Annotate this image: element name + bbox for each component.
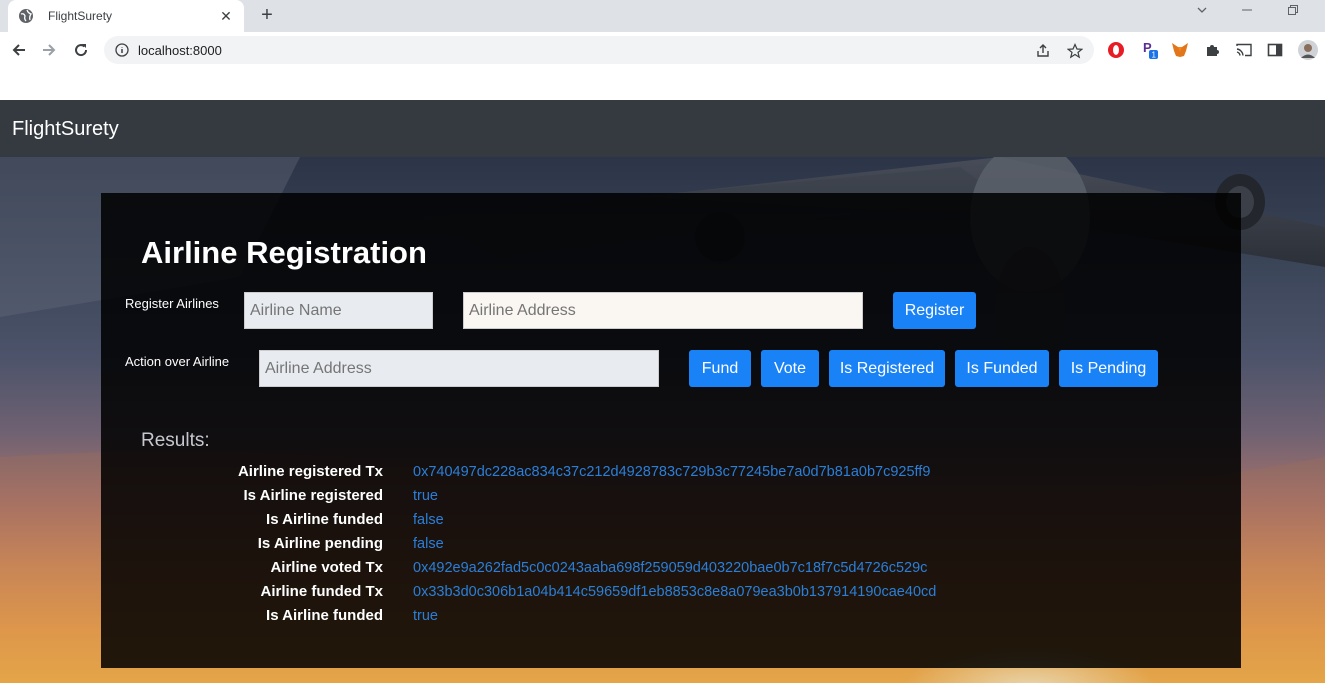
result-value: false	[413, 512, 444, 528]
brand-link[interactable]: FlightSurety	[12, 118, 119, 141]
bookmark-star-icon[interactable]	[1066, 42, 1084, 60]
restore-icon[interactable]	[1279, 4, 1307, 24]
result-row: Airline registered Tx 0x740497dc228ac834…	[101, 463, 1241, 487]
result-label: Is Airline pending	[257, 535, 383, 552]
page-title: Airline Registration	[141, 235, 427, 270]
extension-badge-icon[interactable]: P1	[1140, 40, 1160, 60]
vote-button[interactable]: Vote	[761, 350, 819, 387]
fund-button[interactable]: Fund	[689, 350, 751, 387]
is-funded-button[interactable]: Is Funded	[955, 350, 1049, 387]
result-label: Is Airline funded	[266, 511, 383, 528]
result-value: 0x492e9a262fad5c0c0243aaba698f259059d403…	[413, 560, 928, 576]
action-airline-address-input[interactable]	[259, 350, 659, 387]
result-row: Is Airline pending false	[101, 535, 1241, 559]
result-value: false	[413, 536, 444, 552]
result-value: 0x740497dc228ac834c37c212d4928783c729b3c…	[413, 464, 931, 480]
results-title: Results:	[141, 430, 210, 451]
browser-toolbar: localhost:8000 P1	[0, 32, 1325, 68]
airline-name-input[interactable]	[244, 292, 433, 329]
tab-search-icon[interactable]	[1188, 4, 1216, 24]
register-airlines-label: Register Airlines	[125, 296, 219, 311]
opera-extension-icon[interactable]	[1106, 40, 1126, 60]
result-row: Airline funded Tx 0x33b3d0c306b1a04b414c…	[101, 583, 1241, 607]
result-label: Airline voted Tx	[270, 559, 383, 576]
metamask-fox-icon[interactable]	[1170, 40, 1190, 60]
register-airline-address-input[interactable]	[463, 292, 863, 329]
forward-icon[interactable]	[38, 39, 60, 61]
new-tab-icon[interactable]: +	[256, 3, 278, 27]
result-value: true	[413, 608, 438, 624]
minimize-icon[interactable]	[1233, 4, 1261, 24]
is-registered-button[interactable]: Is Registered	[829, 350, 945, 387]
result-value: 0x33b3d0c306b1a04b414c59659df1eb8853c8e8…	[413, 584, 937, 600]
result-label: Is Airline registered	[243, 487, 384, 504]
close-tab-icon[interactable]: ✕	[216, 8, 236, 25]
app-navbar: FlightSurety	[0, 100, 1325, 157]
airline-registration-panel: Airline Registration Register Airlines R…	[101, 193, 1241, 668]
result-row: Is Airline funded false	[101, 511, 1241, 535]
action-over-airline-label: Action over Airline	[125, 354, 230, 369]
result-label: Is Airline funded	[266, 607, 383, 624]
extensions-puzzle-icon[interactable]	[1202, 40, 1222, 60]
result-label: Airline registered Tx	[237, 463, 383, 480]
globe-icon	[18, 8, 34, 24]
result-row: Airline voted Tx 0x492e9a262fad5c0c0243a…	[101, 559, 1241, 583]
browser-tab[interactable]: FlightSurety ✕	[8, 0, 244, 32]
result-value: true	[413, 488, 438, 504]
svg-text:1: 1	[1152, 51, 1157, 60]
result-row: Is Airline funded true	[101, 607, 1241, 631]
reload-icon[interactable]	[70, 39, 92, 61]
back-icon[interactable]	[8, 39, 30, 61]
tab-title: FlightSurety	[48, 9, 113, 23]
cast-icon[interactable]	[1234, 40, 1254, 60]
profile-avatar-icon[interactable]	[1298, 40, 1318, 60]
address-bar[interactable]: localhost:8000	[104, 36, 1094, 64]
register-button[interactable]: Register	[893, 292, 976, 329]
browser-tabstrip: FlightSurety ✕ +	[0, 0, 1325, 32]
result-label: Airline funded Tx	[260, 583, 383, 600]
side-panel-icon[interactable]	[1265, 40, 1285, 60]
result-row: Is Airline registered true	[101, 487, 1241, 511]
share-icon[interactable]	[1034, 42, 1052, 60]
url-text: localhost:8000	[138, 43, 222, 58]
is-pending-button[interactable]: Is Pending	[1059, 350, 1158, 387]
site-info-icon[interactable]	[114, 42, 130, 58]
